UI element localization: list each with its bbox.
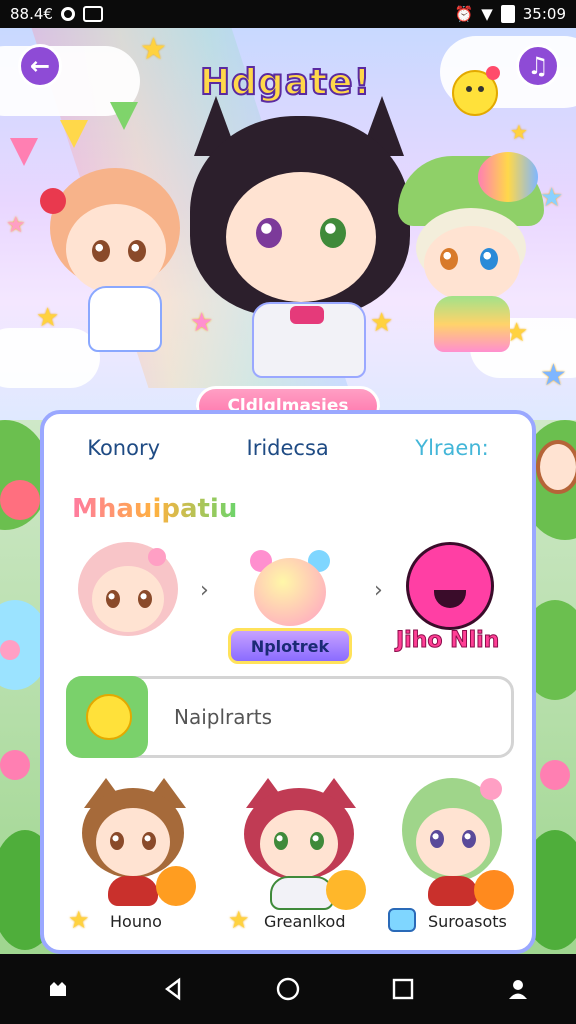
hero-banner: ★ ★ ★ ★ ★ ★ ★ ★ ★ ← Hdgate! ♫ Cldlglmasi… [0, 28, 576, 420]
chevron-right-icon: › [200, 578, 209, 603]
pink-monster[interactable] [406, 542, 496, 632]
back-button[interactable]: ← [18, 44, 62, 88]
tab-bar: Konory Iridecsa Ylraen: [44, 436, 532, 460]
character-label-3: Suroasots [428, 912, 507, 931]
status-time-right: 35:09 [522, 5, 566, 23]
system-nav-bar [0, 954, 576, 1024]
bear-mascot[interactable] [250, 550, 330, 630]
character-grid: ★ Houno ★ Greanlkod Suroasots [44, 778, 532, 948]
character-center [190, 90, 420, 380]
pennant-flag [10, 138, 38, 166]
recents-nav-icon[interactable] [388, 974, 418, 1004]
main-card: Konory Iridecsa Ylraen: Mhauipatiu › Npl… [40, 410, 536, 954]
back-nav-icon[interactable] [158, 974, 188, 1004]
character-card-1[interactable] [78, 778, 196, 906]
star-decoration: ★ [6, 213, 26, 238]
alarm-icon: ⏰ [454, 5, 474, 23]
star-icon: ★ [68, 906, 90, 934]
character-avatar-1[interactable] [78, 542, 178, 642]
app-icon [82, 6, 103, 22]
pennant-flag [110, 102, 138, 130]
character-card-2[interactable] [240, 778, 366, 910]
home-nav-icon[interactable] [273, 974, 303, 1004]
mascot-thumbnail [66, 676, 148, 758]
chevron-right-icon: › [374, 578, 383, 603]
monster-label: Jiho Nlin [395, 628, 500, 654]
tab-2[interactable]: Iridecsa [247, 436, 329, 460]
record-icon [60, 7, 75, 21]
tab-1[interactable]: Konory [87, 436, 160, 460]
pennant-flag [60, 120, 88, 148]
character-right [398, 152, 548, 366]
wifi-icon: ▼ [481, 5, 493, 23]
tab-3[interactable]: Ylraen: [415, 436, 488, 460]
profile-nav-icon[interactable] [503, 974, 533, 1004]
music-button[interactable]: ♫ [516, 44, 560, 88]
emoji-button[interactable] [452, 66, 500, 116]
status-bar: 88.4€ ⏰ ▼ 35:09 [0, 0, 576, 28]
page-title: Hdgate! [199, 61, 372, 104]
battery-icon [500, 5, 515, 23]
star-decoration: ★ [510, 120, 528, 144]
app-drawer-icon[interactable] [43, 974, 73, 1004]
mascot-name-pill[interactable]: Nplotrek [228, 628, 352, 664]
star-decoration: ★ [140, 32, 167, 67]
character-card-3[interactable] [400, 778, 514, 910]
search-placeholder: Naiplrarts [174, 705, 272, 729]
search-field[interactable]: Naiplrarts [66, 676, 514, 758]
character-label-2: Greanlkod [264, 912, 346, 931]
character-label-1: Houno [110, 912, 162, 931]
character-left [40, 168, 190, 368]
back-arrow-icon: ← [29, 52, 51, 80]
notification-dot [486, 66, 500, 80]
status-time-left: 88.4€ [10, 5, 53, 23]
sticker-icon [388, 908, 416, 932]
music-note-icon: ♫ [527, 52, 549, 80]
section-title: Mhauipatiu [72, 494, 238, 524]
star-icon: ★ [228, 906, 250, 934]
